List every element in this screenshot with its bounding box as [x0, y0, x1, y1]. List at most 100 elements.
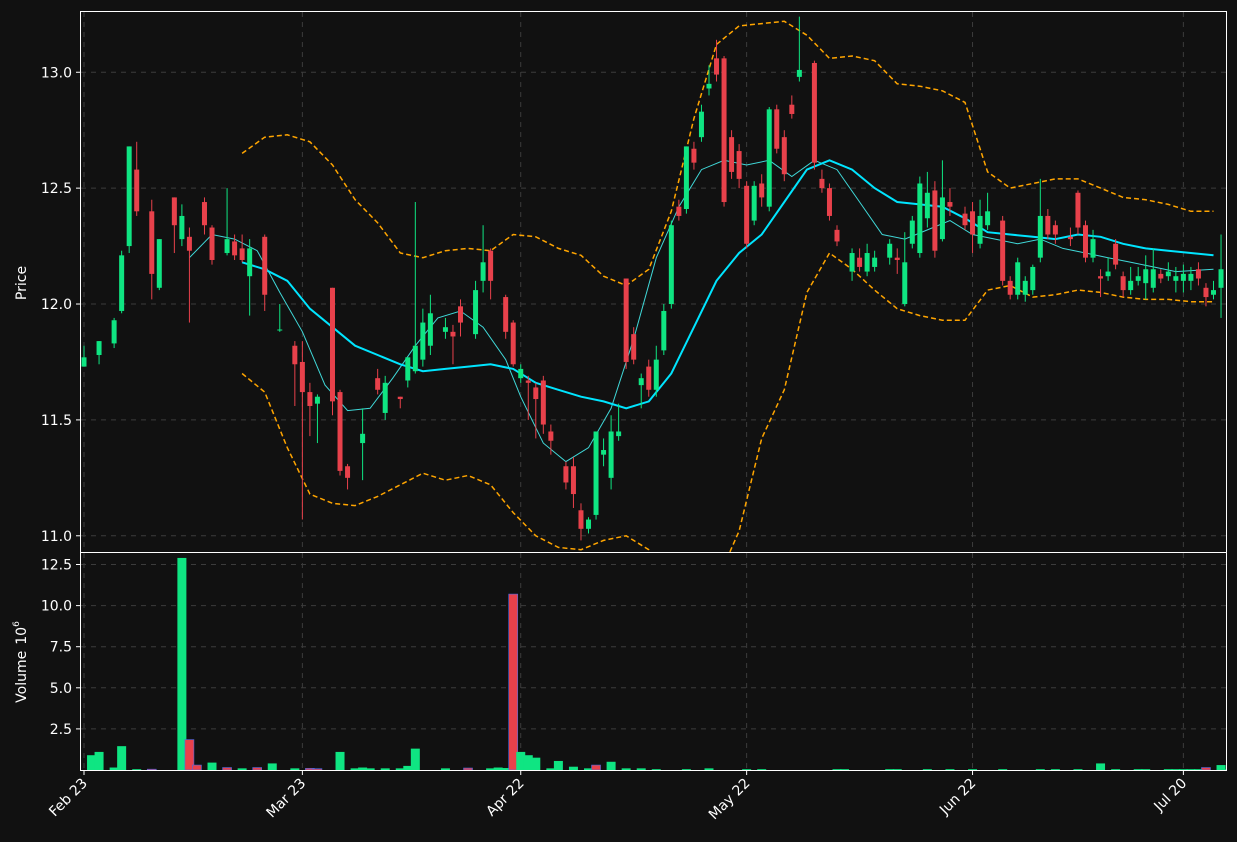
volume-bar	[531, 757, 541, 770]
candle	[329, 287, 335, 416]
candle-body	[480, 262, 486, 281]
candle-body	[337, 392, 343, 471]
candle-body	[1128, 280, 1134, 291]
candle-body	[706, 83, 712, 89]
candle-body	[186, 236, 192, 251]
volume-bar	[591, 764, 601, 770]
candle-body	[450, 331, 456, 337]
candle-body	[1075, 192, 1081, 228]
candle-body	[691, 148, 697, 163]
volume-bar	[207, 762, 217, 770]
candle-body	[1082, 225, 1088, 258]
volume-label-text: Volume	[14, 651, 30, 703]
candle-body	[239, 248, 245, 260]
volume-bar	[553, 760, 563, 770]
volume-bar	[380, 768, 390, 770]
candle-body	[578, 510, 584, 529]
volume-bar	[1096, 763, 1106, 770]
volume-axis-label: Volume 106	[12, 621, 30, 703]
volume-bar	[410, 748, 420, 770]
candle-body	[1188, 273, 1194, 281]
volume-bar	[365, 768, 375, 770]
candle-body	[932, 190, 938, 251]
candle-body	[819, 178, 825, 189]
candle-body	[420, 322, 426, 360]
candle-body	[126, 146, 132, 247]
candle-body	[292, 345, 298, 365]
candle	[729, 130, 735, 179]
volume-bar	[704, 768, 714, 770]
volume-unit-exp: 6	[12, 621, 22, 627]
candle-body	[947, 202, 953, 207]
candle-body	[503, 297, 509, 332]
candle-body	[586, 519, 592, 529]
candle-body	[96, 341, 102, 356]
candle-body	[962, 213, 968, 226]
candle-body	[232, 241, 238, 256]
candle-body	[1030, 266, 1036, 291]
candle-body	[1022, 280, 1028, 295]
volume-bar	[192, 764, 202, 770]
candle	[1015, 257, 1021, 300]
candle-body	[1165, 271, 1171, 277]
volume-bar	[621, 768, 631, 770]
volume-tick-label: 2.5	[50, 722, 72, 738]
candle-body	[1218, 269, 1224, 288]
candle-body	[668, 225, 674, 305]
volume-tick-label: 7.5	[50, 640, 72, 656]
candle	[932, 181, 938, 258]
candle-body	[81, 357, 87, 367]
candle	[337, 389, 343, 476]
candle-body	[209, 227, 215, 260]
candle	[811, 60, 817, 170]
volume-bar	[312, 768, 323, 770]
candle-body	[781, 137, 787, 175]
candle-body	[970, 211, 976, 235]
candle-body	[616, 431, 622, 437]
candle-body	[1052, 225, 1058, 235]
candle-body	[857, 257, 863, 267]
price-tick-label: 12.5	[41, 181, 72, 197]
candle	[826, 183, 832, 221]
volume-bar	[177, 557, 187, 770]
candle-body	[1135, 276, 1141, 281]
candle-body	[744, 185, 750, 244]
candle-body	[533, 387, 539, 400]
candle-body	[1143, 269, 1149, 284]
volume-bar	[335, 751, 345, 770]
price-axis-label: Price	[14, 266, 30, 300]
candle-body	[1203, 287, 1209, 298]
candle	[1082, 220, 1088, 263]
candle	[744, 181, 750, 249]
volume-bar	[222, 767, 232, 770]
candle-body	[638, 378, 644, 386]
candle-body	[171, 197, 177, 226]
candle-body	[1090, 239, 1096, 258]
candle-body	[1105, 271, 1111, 277]
candle-body	[608, 431, 614, 478]
candle-body	[1120, 276, 1126, 291]
candle-body	[774, 109, 780, 149]
candle-body	[405, 357, 411, 381]
candle-body	[488, 250, 494, 281]
volume-bar	[252, 767, 262, 770]
stock-chart: 11.0 11.5 12.0 12.5 13.0 Price 2.5 5.0 7.5 10.0…	[0, 0, 1237, 842]
candle-body	[570, 466, 576, 495]
candle-body	[872, 257, 878, 267]
candle-body	[382, 382, 388, 413]
candle-body	[329, 287, 335, 402]
candle-body	[473, 290, 479, 335]
candle-body	[887, 243, 893, 258]
candle-body	[427, 313, 433, 346]
candle-body	[201, 202, 207, 226]
candle-body	[601, 450, 607, 455]
candle-body	[721, 58, 727, 203]
volume-bar	[508, 593, 519, 770]
candle-body	[262, 236, 268, 295]
candle-body	[759, 183, 765, 198]
candle-body	[924, 192, 930, 219]
price-tick-label: 11.5	[41, 413, 72, 429]
candle-body	[345, 466, 351, 478]
candle	[1000, 215, 1006, 286]
candle-body	[751, 185, 757, 221]
